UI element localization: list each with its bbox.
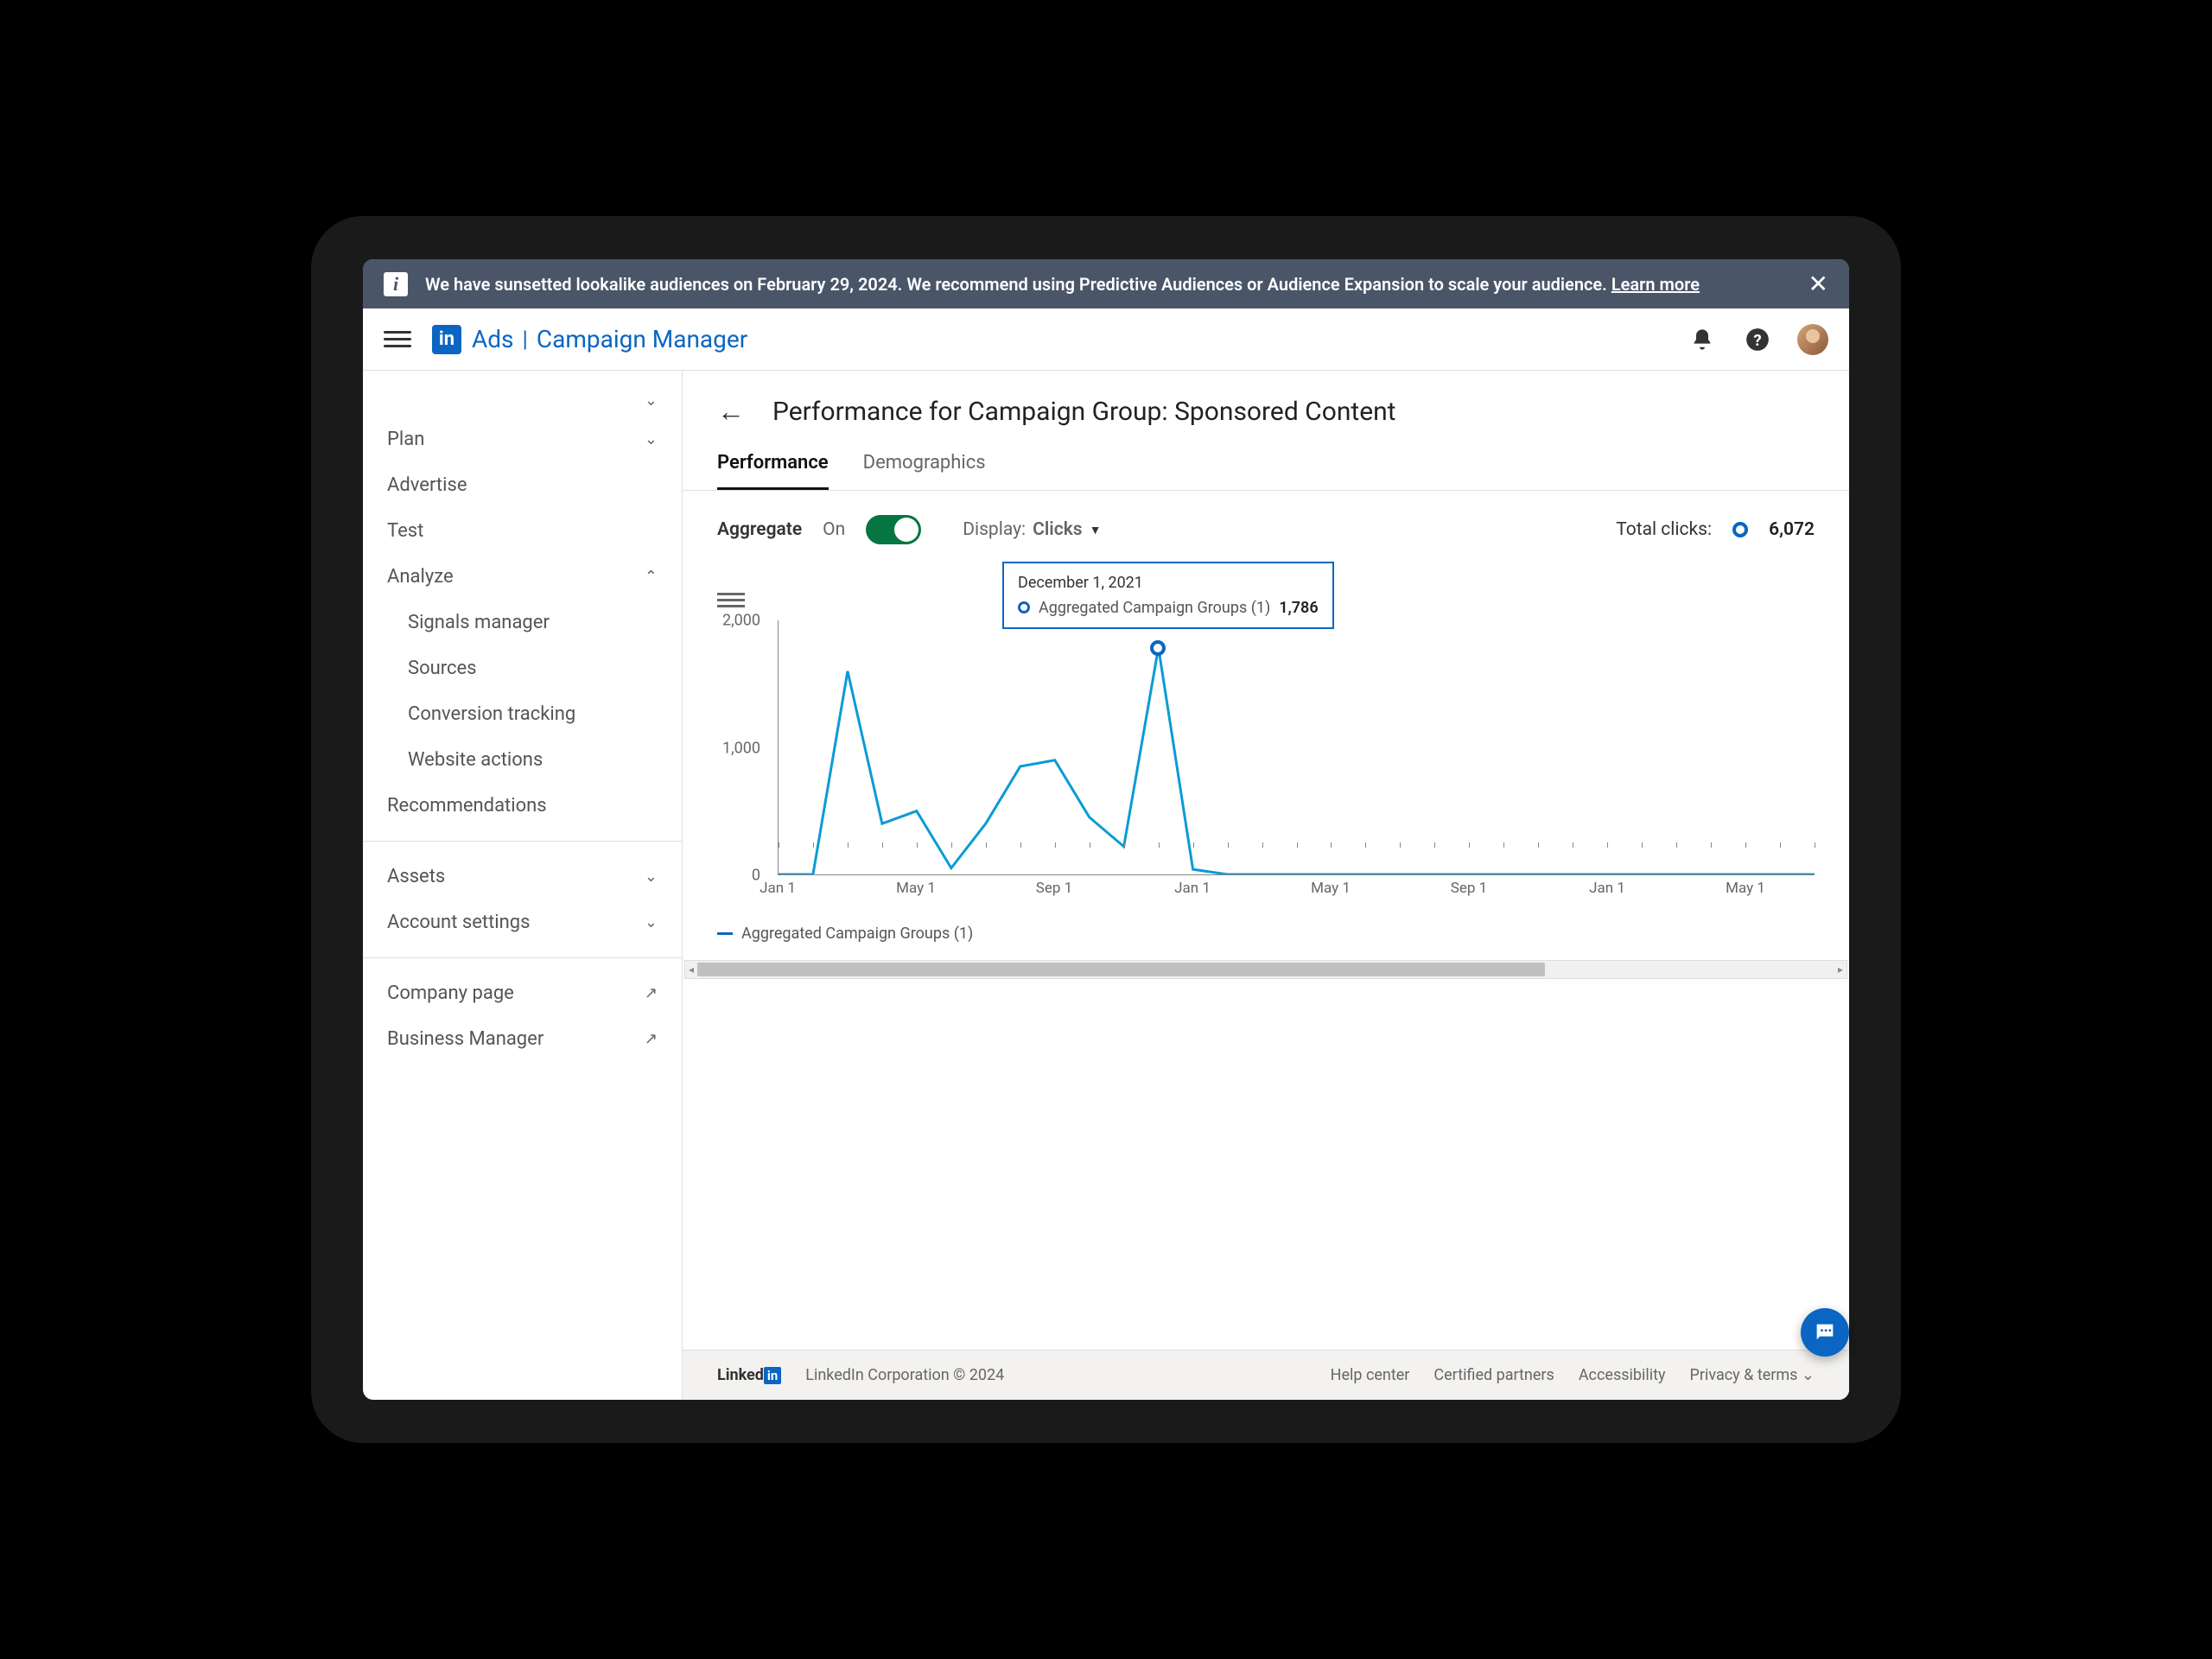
- legend-series-label: Aggregated Campaign Groups (1): [741, 925, 973, 943]
- scrollbar-thumb[interactable]: [697, 963, 1545, 976]
- sidebar-item-account-settings[interactable]: Account settings⌄: [363, 899, 682, 945]
- tooltip-date: December 1, 2021: [1018, 574, 1319, 592]
- chevron-down-icon: ⌄: [645, 913, 658, 931]
- aggregate-state: On: [823, 519, 845, 540]
- series-marker-icon: [1018, 601, 1030, 613]
- svg-text:?: ?: [1753, 331, 1761, 350]
- scroll-right-arrow[interactable]: ▸: [1834, 961, 1847, 978]
- tooltip-series: Aggregated Campaign Groups (1): [1039, 599, 1270, 617]
- chart-container: 2,000 1,000 0 Jan 1May 1Sep 1Jan 1May 1S…: [683, 569, 1849, 914]
- total-clicks-label: Total clicks:: [1616, 519, 1712, 540]
- aggregate-label: Aggregate: [717, 519, 802, 540]
- display-dropdown[interactable]: Display: Clicks ▼: [963, 519, 1101, 540]
- chat-fab[interactable]: [1801, 1308, 1849, 1357]
- plot-area[interactable]: [778, 620, 1815, 875]
- sidebar-item-sources[interactable]: Sources: [363, 645, 682, 691]
- scroll-left-arrow[interactable]: ◂: [685, 961, 697, 978]
- footer-link-privacy[interactable]: Privacy & terms ⌄: [1690, 1366, 1815, 1384]
- sidebar-item-advertise[interactable]: Advertise: [363, 462, 682, 508]
- tooltip-value: 1,786: [1279, 599, 1318, 617]
- sidebar-item-test[interactable]: Test: [363, 508, 682, 554]
- sidebar-item-signals-manager[interactable]: Signals manager: [363, 600, 682, 645]
- sidebar-item-business-manager[interactable]: Business Manager↗: [363, 1016, 682, 1062]
- legend-line-icon: [717, 932, 733, 935]
- chart-tooltip: December 1, 2021 Aggregated Campaign Gro…: [1002, 562, 1334, 629]
- chart-menu-icon[interactable]: [717, 586, 745, 613]
- chevron-down-icon: ⌄: [645, 868, 658, 886]
- footer-copyright: LinkedIn Corporation © 2024: [805, 1366, 1004, 1384]
- sidebar-item-conversion-tracking[interactable]: Conversion tracking: [363, 691, 682, 737]
- brand-campaign-manager[interactable]: Campaign Manager: [537, 325, 747, 353]
- sidebar-item-company-page[interactable]: Company page↗: [363, 970, 682, 1016]
- y-axis: 2,000 1,000 0: [717, 620, 769, 875]
- series-marker-icon: [1732, 522, 1748, 537]
- footer-logo: Linkedin: [717, 1366, 781, 1384]
- sidebar-item-plan[interactable]: Plan⌄: [363, 416, 682, 462]
- sidebar-item-website-actions[interactable]: Website actions: [363, 737, 682, 783]
- external-link-icon: ↗: [645, 1030, 658, 1048]
- chevron-up-icon: ⌃: [645, 568, 658, 586]
- help-icon[interactable]: ?: [1742, 324, 1773, 355]
- horizontal-scrollbar[interactable]: ◂ ▸: [684, 960, 1847, 979]
- chevron-down-icon: ▼: [1090, 523, 1102, 537]
- total-clicks-value: 6,072: [1769, 519, 1815, 540]
- highlight-point-marker: [1150, 640, 1166, 656]
- external-link-icon: ↗: [645, 984, 658, 1002]
- banner-text: We have sunsetted lookalike audiences on…: [425, 274, 1791, 295]
- chevron-down-icon: ⌄: [645, 391, 658, 410]
- back-arrow-icon[interactable]: ←: [717, 395, 745, 428]
- chart-legend: Aggregated Campaign Groups (1): [683, 914, 1849, 960]
- sidebar: ⌄ Plan⌄ Advertise Test Analyze⌃ Signals …: [363, 371, 683, 1400]
- main-content: ← Performance for Campaign Group: Sponso…: [683, 371, 1849, 1400]
- avatar[interactable]: [1797, 324, 1828, 355]
- tabs: Performance Demographics: [683, 438, 1849, 491]
- sidebar-item-assets[interactable]: Assets⌄: [363, 854, 682, 899]
- footer-link-help[interactable]: Help center: [1331, 1366, 1410, 1384]
- brand-ads[interactable]: Ads: [472, 325, 514, 353]
- tab-demographics[interactable]: Demographics: [863, 438, 986, 490]
- sidebar-item-recommendations[interactable]: Recommendations: [363, 783, 682, 829]
- chart-controls: Aggregate On Display: Clicks ▼ Total cli…: [683, 491, 1849, 569]
- linkedin-logo-icon[interactable]: in: [432, 325, 461, 354]
- footer-link-partners[interactable]: Certified partners: [1433, 1366, 1554, 1384]
- bell-icon[interactable]: [1687, 324, 1718, 355]
- notification-banner: i We have sunsetted lookalike audiences …: [363, 259, 1849, 308]
- info-icon: i: [384, 272, 408, 296]
- footer-link-accessibility[interactable]: Accessibility: [1579, 1366, 1666, 1384]
- footer: Linkedin LinkedIn Corporation © 2024 Hel…: [683, 1350, 1849, 1400]
- chevron-down-icon: ⌄: [645, 430, 658, 448]
- aggregate-toggle[interactable]: [866, 515, 921, 544]
- topbar: in Ads | Campaign Manager ?: [363, 308, 1849, 371]
- close-icon[interactable]: ✕: [1808, 270, 1828, 298]
- chart-canvas[interactable]: 2,000 1,000 0 Jan 1May 1Sep 1Jan 1May 1S…: [717, 620, 1815, 906]
- sidebar-item-analyze[interactable]: Analyze⌃: [363, 554, 682, 600]
- menu-icon[interactable]: [384, 326, 411, 353]
- page-title: Performance for Campaign Group: Sponsore…: [772, 397, 1396, 427]
- tab-performance[interactable]: Performance: [717, 438, 829, 490]
- brand-separator: |: [523, 327, 528, 353]
- x-axis: Jan 1May 1Sep 1Jan 1May 1Sep 1Jan 1May 1: [778, 880, 1815, 906]
- banner-learn-more-link[interactable]: Learn more: [1611, 274, 1700, 295]
- sidebar-collapse-chevron[interactable]: ⌄: [363, 385, 682, 416]
